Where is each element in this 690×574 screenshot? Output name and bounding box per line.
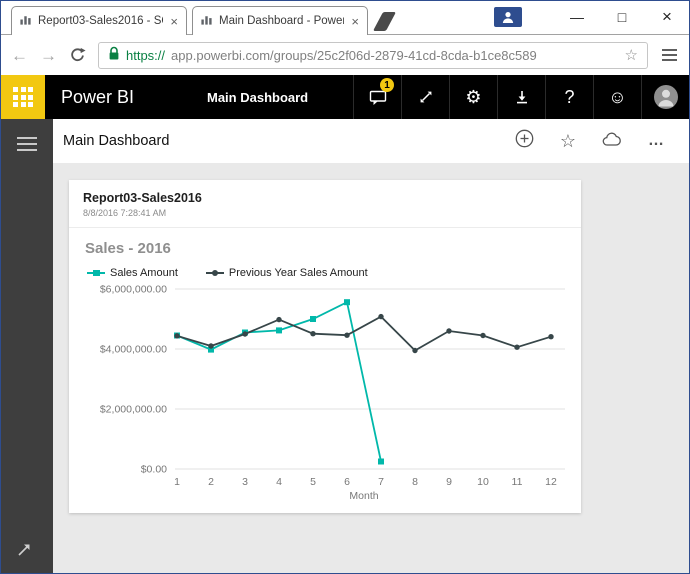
sales-line-chart: $0.00 $2,000,000.00 $4,000,000.00 $6,000,00…	[100, 284, 565, 502]
svg-text:1: 1	[174, 476, 180, 488]
svg-text:Month: Month	[349, 490, 378, 502]
tile-title: Report03-Sales2016	[83, 191, 202, 205]
window-close-button[interactable]: ×	[653, 6, 681, 28]
tab-label: Report03-Sales2016 - SQ	[38, 15, 164, 27]
dashboard-header: Main Dashboard ☆ …	[53, 119, 689, 163]
powerbi-header: Power BI Main Dashboard 1 ⚙ ? ☺	[1, 75, 689, 119]
tab-close-icon[interactable]: ×	[350, 15, 360, 28]
dashboard-main: Main Dashboard ☆ … Report03-Sales2016 8/…	[53, 119, 689, 573]
page-title: Main Dashboard	[63, 133, 170, 149]
chart-title: Sales - 2016	[85, 240, 171, 257]
tab-strip: Report03-Sales2016 - SQ × Main Dashboard…	[11, 6, 397, 35]
legend-label: Sales Amount	[110, 267, 178, 279]
bookmark-star-icon[interactable]: ☆	[625, 46, 638, 64]
svg-text:$6,000,000.00: $6,000,000.00	[100, 284, 167, 296]
address-bar[interactable]: https:// app.powerbi.com/groups/25c2f06d…	[98, 41, 648, 69]
tab-label: Main Dashboard - Power B	[219, 15, 345, 27]
legend-item: Previous Year Sales Amount	[205, 267, 368, 279]
app-launcher-waffle-icon[interactable]	[1, 75, 45, 119]
chart-legend: Sales Amount Previous Year Sales Amount	[87, 267, 571, 279]
window-minimize-button[interactable]: —	[563, 6, 591, 28]
tile-body: Sales - 2016 Sales Amount Previous Year S…	[69, 228, 581, 513]
svg-text:$0.00: $0.00	[141, 464, 167, 476]
svg-text:8: 8	[412, 476, 418, 488]
cloud-icon[interactable]	[602, 131, 622, 152]
smiley-feedback-icon[interactable]: ☺	[593, 75, 641, 119]
new-tab-button[interactable]	[372, 12, 397, 31]
tile-timestamp: 8/8/2016 7:28:41 AM	[83, 208, 167, 218]
avatar-person-icon	[653, 85, 678, 109]
svg-text:2: 2	[208, 476, 214, 488]
fullscreen-arrows-icon	[420, 91, 431, 103]
svg-text:11: 11	[512, 476, 523, 488]
legend-item: Sales Amount	[87, 267, 178, 279]
favorite-star-icon[interactable]: ☆	[560, 132, 576, 150]
svg-text:3: 3	[242, 476, 248, 488]
refresh-button[interactable]	[69, 47, 86, 64]
browser-window: Report03-Sales2016 - SQ × Main Dashboard…	[0, 0, 690, 574]
powerbi-brand: Power BI	[61, 86, 135, 107]
svg-text:$2,000,000.00: $2,000,000.00	[100, 404, 167, 416]
left-sidebar	[1, 119, 53, 573]
svg-text:10: 10	[477, 476, 489, 488]
sidebar-expand-icon[interactable]	[14, 540, 34, 560]
svg-text:9: 9	[446, 476, 452, 488]
dashboard-canvas: Report03-Sales2016 8/8/2016 7:28:41 AM S…	[53, 163, 689, 573]
svg-text:5: 5	[310, 476, 316, 488]
content-area: Main Dashboard ☆ … Report03-Sales2016 8/…	[1, 119, 689, 573]
url-text: app.powerbi.com/groups/25c2f06d-2879-41c…	[171, 47, 537, 63]
dashboard-actions: ☆ …	[515, 129, 665, 153]
forward-button[interactable]: →	[40, 47, 57, 64]
window-titlebar: Report03-Sales2016 - SQ × Main Dashboard…	[1, 1, 689, 35]
legend-marker-icon	[87, 269, 105, 278]
back-button[interactable]: ←	[11, 47, 28, 64]
svg-text:7: 7	[378, 476, 384, 488]
window-maximize-button[interactable]: □	[608, 6, 636, 28]
refresh-icon	[71, 47, 86, 61]
secure-lock-icon	[108, 46, 120, 64]
legend-marker-icon	[205, 269, 224, 278]
svg-text:4: 4	[276, 476, 282, 488]
sidebar-menu-icon[interactable]	[17, 137, 37, 151]
svg-text:6: 6	[344, 476, 350, 488]
window-controls: — □ ×	[494, 6, 681, 28]
browser-tab-report[interactable]: Report03-Sales2016 - SQ ×	[11, 6, 187, 35]
help-button[interactable]: ?	[545, 75, 593, 119]
browser-tab-dashboard[interactable]: Main Dashboard - Power B ×	[192, 6, 368, 35]
tile-header: Report03-Sales2016 8/8/2016 7:28:41 AM	[69, 180, 581, 228]
feedback-button[interactable]: 1	[353, 75, 401, 119]
legend-label: Previous Year Sales Amount	[228, 267, 368, 279]
tab-chart-icon	[200, 13, 213, 29]
tab-close-icon[interactable]: ×	[169, 15, 179, 28]
add-tile-icon[interactable]	[515, 129, 534, 153]
download-icon	[516, 91, 527, 104]
person-icon	[502, 12, 514, 23]
tab-chart-icon	[19, 13, 32, 29]
notification-badge: 1	[380, 78, 394, 92]
svg-text:12: 12	[545, 476, 557, 488]
browser-profile-button[interactable]	[494, 7, 522, 27]
browser-menu-icon[interactable]	[660, 46, 679, 64]
dashboard-tile[interactable]: Report03-Sales2016 8/8/2016 7:28:41 AM S…	[69, 180, 581, 513]
more-options-icon[interactable]: …	[648, 133, 665, 149]
svg-text:$4,000,000.00: $4,000,000.00	[100, 344, 167, 356]
settings-gear-icon[interactable]: ⚙	[449, 75, 497, 119]
dashboard-title-header: Main Dashboard	[207, 89, 309, 105]
url-scheme: https://	[126, 47, 166, 63]
header-icon-group: 1 ⚙ ? ☺	[353, 75, 689, 119]
download-button[interactable]	[497, 75, 545, 119]
browser-toolbar: ← → https:// app.powerbi.com/groups/25c2…	[1, 35, 689, 75]
fullscreen-button[interactable]	[401, 75, 449, 119]
user-avatar[interactable]	[641, 75, 689, 119]
